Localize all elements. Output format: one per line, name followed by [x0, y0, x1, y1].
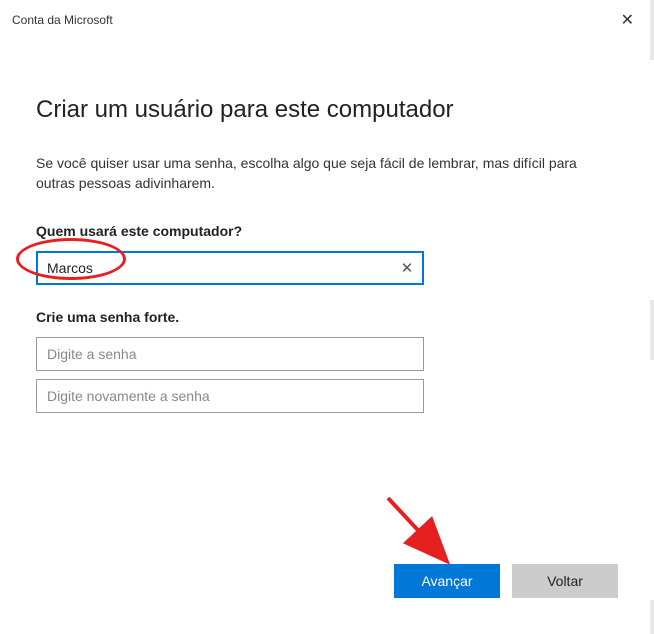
back-button[interactable]: Voltar — [512, 564, 618, 598]
clear-input-icon[interactable]: ✕ — [392, 253, 422, 283]
titlebar: Conta da Microsoft ✕ — [0, 0, 654, 36]
close-icon[interactable]: ✕ — [613, 8, 642, 32]
password-confirm-field-wrap — [36, 379, 424, 413]
window-right-edge — [650, 0, 654, 634]
next-button[interactable]: Avançar — [394, 564, 500, 598]
password-confirm-input[interactable] — [36, 379, 424, 413]
password-label: Crie uma senha forte. — [36, 309, 618, 325]
username-label: Quem usará este computador? — [36, 223, 618, 239]
page-description: Se você quiser usar uma senha, escolha a… — [36, 154, 618, 193]
page-title: Criar um usuário para este computador — [36, 96, 618, 124]
password-field-wrap — [36, 337, 424, 371]
username-field-wrap: ✕ — [36, 251, 424, 285]
window-title: Conta da Microsoft — [12, 13, 113, 27]
content-area: Criar um usuário para este computador Se… — [0, 36, 654, 413]
password-input[interactable] — [36, 337, 424, 371]
username-input[interactable] — [36, 251, 424, 285]
footer-buttons: Avançar Voltar — [394, 564, 618, 598]
